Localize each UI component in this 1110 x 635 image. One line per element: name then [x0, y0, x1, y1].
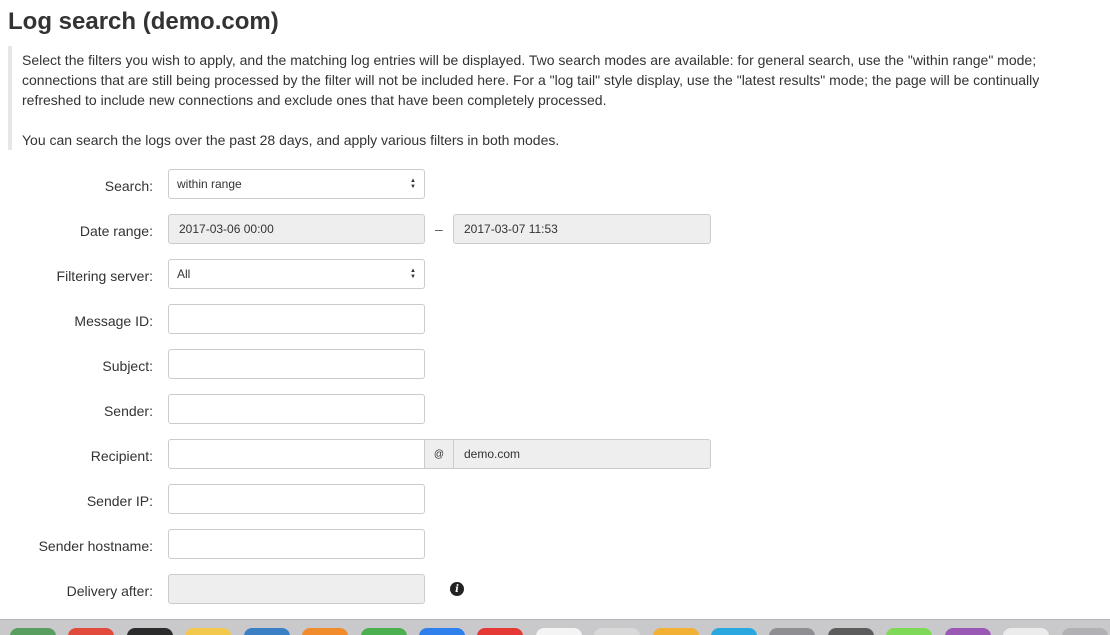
intro-paragraph-modes: Select the filters you wish to apply, an… — [22, 52, 1040, 108]
dock-app-icon[interactable] — [769, 628, 815, 635]
dock-app-icon[interactable] — [828, 628, 874, 635]
date-range-to-input[interactable]: 2017-03-07 11:53 — [453, 214, 711, 244]
dock-app-icon[interactable] — [10, 628, 56, 635]
recipient-domain-field: demo.com — [453, 439, 711, 469]
dock-app-icon[interactable] — [477, 628, 523, 635]
search-mode-value: within range — [177, 177, 242, 191]
page-title: Log search (demo.com) — [8, 8, 279, 35]
date-range-label: Date range: — [79, 223, 153, 239]
intro-info-box: Select the filters you wish to apply, an… — [8, 46, 1098, 150]
sender-ip-label: Sender IP: — [86, 493, 153, 509]
dock-app-icon[interactable] — [419, 628, 465, 635]
dock-app-icon[interactable] — [1062, 628, 1108, 635]
sender-label: Sender: — [103, 403, 153, 419]
recipient-input[interactable] — [168, 439, 425, 469]
message-id-label: Message ID: — [74, 313, 153, 329]
subject-input[interactable] — [168, 349, 425, 379]
sender-hostname-label: Sender hostname: — [38, 538, 153, 554]
os-dock — [0, 619, 1110, 635]
subject-label: Subject: — [102, 358, 153, 374]
date-range-to-value: 2017-03-07 11:53 — [464, 222, 558, 236]
sender-ip-input[interactable] — [168, 484, 425, 514]
recipient-at-addon: @ — [424, 439, 454, 469]
delivery-after-input[interactable] — [168, 574, 425, 604]
message-id-input[interactable] — [168, 304, 425, 334]
dock-app-icon[interactable] — [244, 628, 290, 635]
filtering-server-value: All — [177, 267, 191, 281]
recipient-label: Recipient: — [90, 448, 153, 464]
delivery-after-label: Delivery after: — [66, 583, 153, 599]
dock-app-icon[interactable] — [886, 628, 932, 635]
dock-app-icon[interactable] — [536, 628, 582, 635]
date-range-from-value: 2017-03-06 00:00 — [179, 222, 274, 236]
date-range-from-input[interactable]: 2017-03-06 00:00 — [168, 214, 425, 244]
dock-app-icon[interactable] — [68, 628, 114, 635]
dock-app-icon[interactable] — [185, 628, 231, 635]
search-mode-label: Search: — [104, 178, 153, 194]
dock-app-icon[interactable] — [302, 628, 348, 635]
dock-app-icon[interactable] — [653, 628, 699, 635]
dock-app-icon[interactable] — [361, 628, 407, 635]
dock-app-icon[interactable] — [127, 628, 173, 635]
filtering-server-label: Filtering server: — [56, 268, 153, 284]
info-circle-icon[interactable]: i — [450, 582, 464, 596]
date-range-separator: – — [435, 221, 443, 237]
dock-app-icon[interactable] — [1003, 628, 1049, 635]
dock-app-icon[interactable] — [945, 628, 991, 635]
search-mode-select[interactable]: within range ▲ ▼ — [168, 169, 425, 199]
filtering-server-select[interactable]: All ▲ ▼ — [168, 259, 425, 289]
select-arrows-icon: ▲ ▼ — [410, 178, 416, 190]
sender-input[interactable] — [168, 394, 425, 424]
intro-paragraph-retention: You can search the logs over the past 28… — [22, 132, 560, 148]
select-arrows-icon: ▲ ▼ — [410, 268, 416, 280]
dock-app-icon[interactable] — [711, 628, 757, 635]
sender-hostname-input[interactable] — [168, 529, 425, 559]
recipient-domain-value: demo.com — [464, 447, 521, 461]
dock-app-icon[interactable] — [594, 628, 640, 635]
